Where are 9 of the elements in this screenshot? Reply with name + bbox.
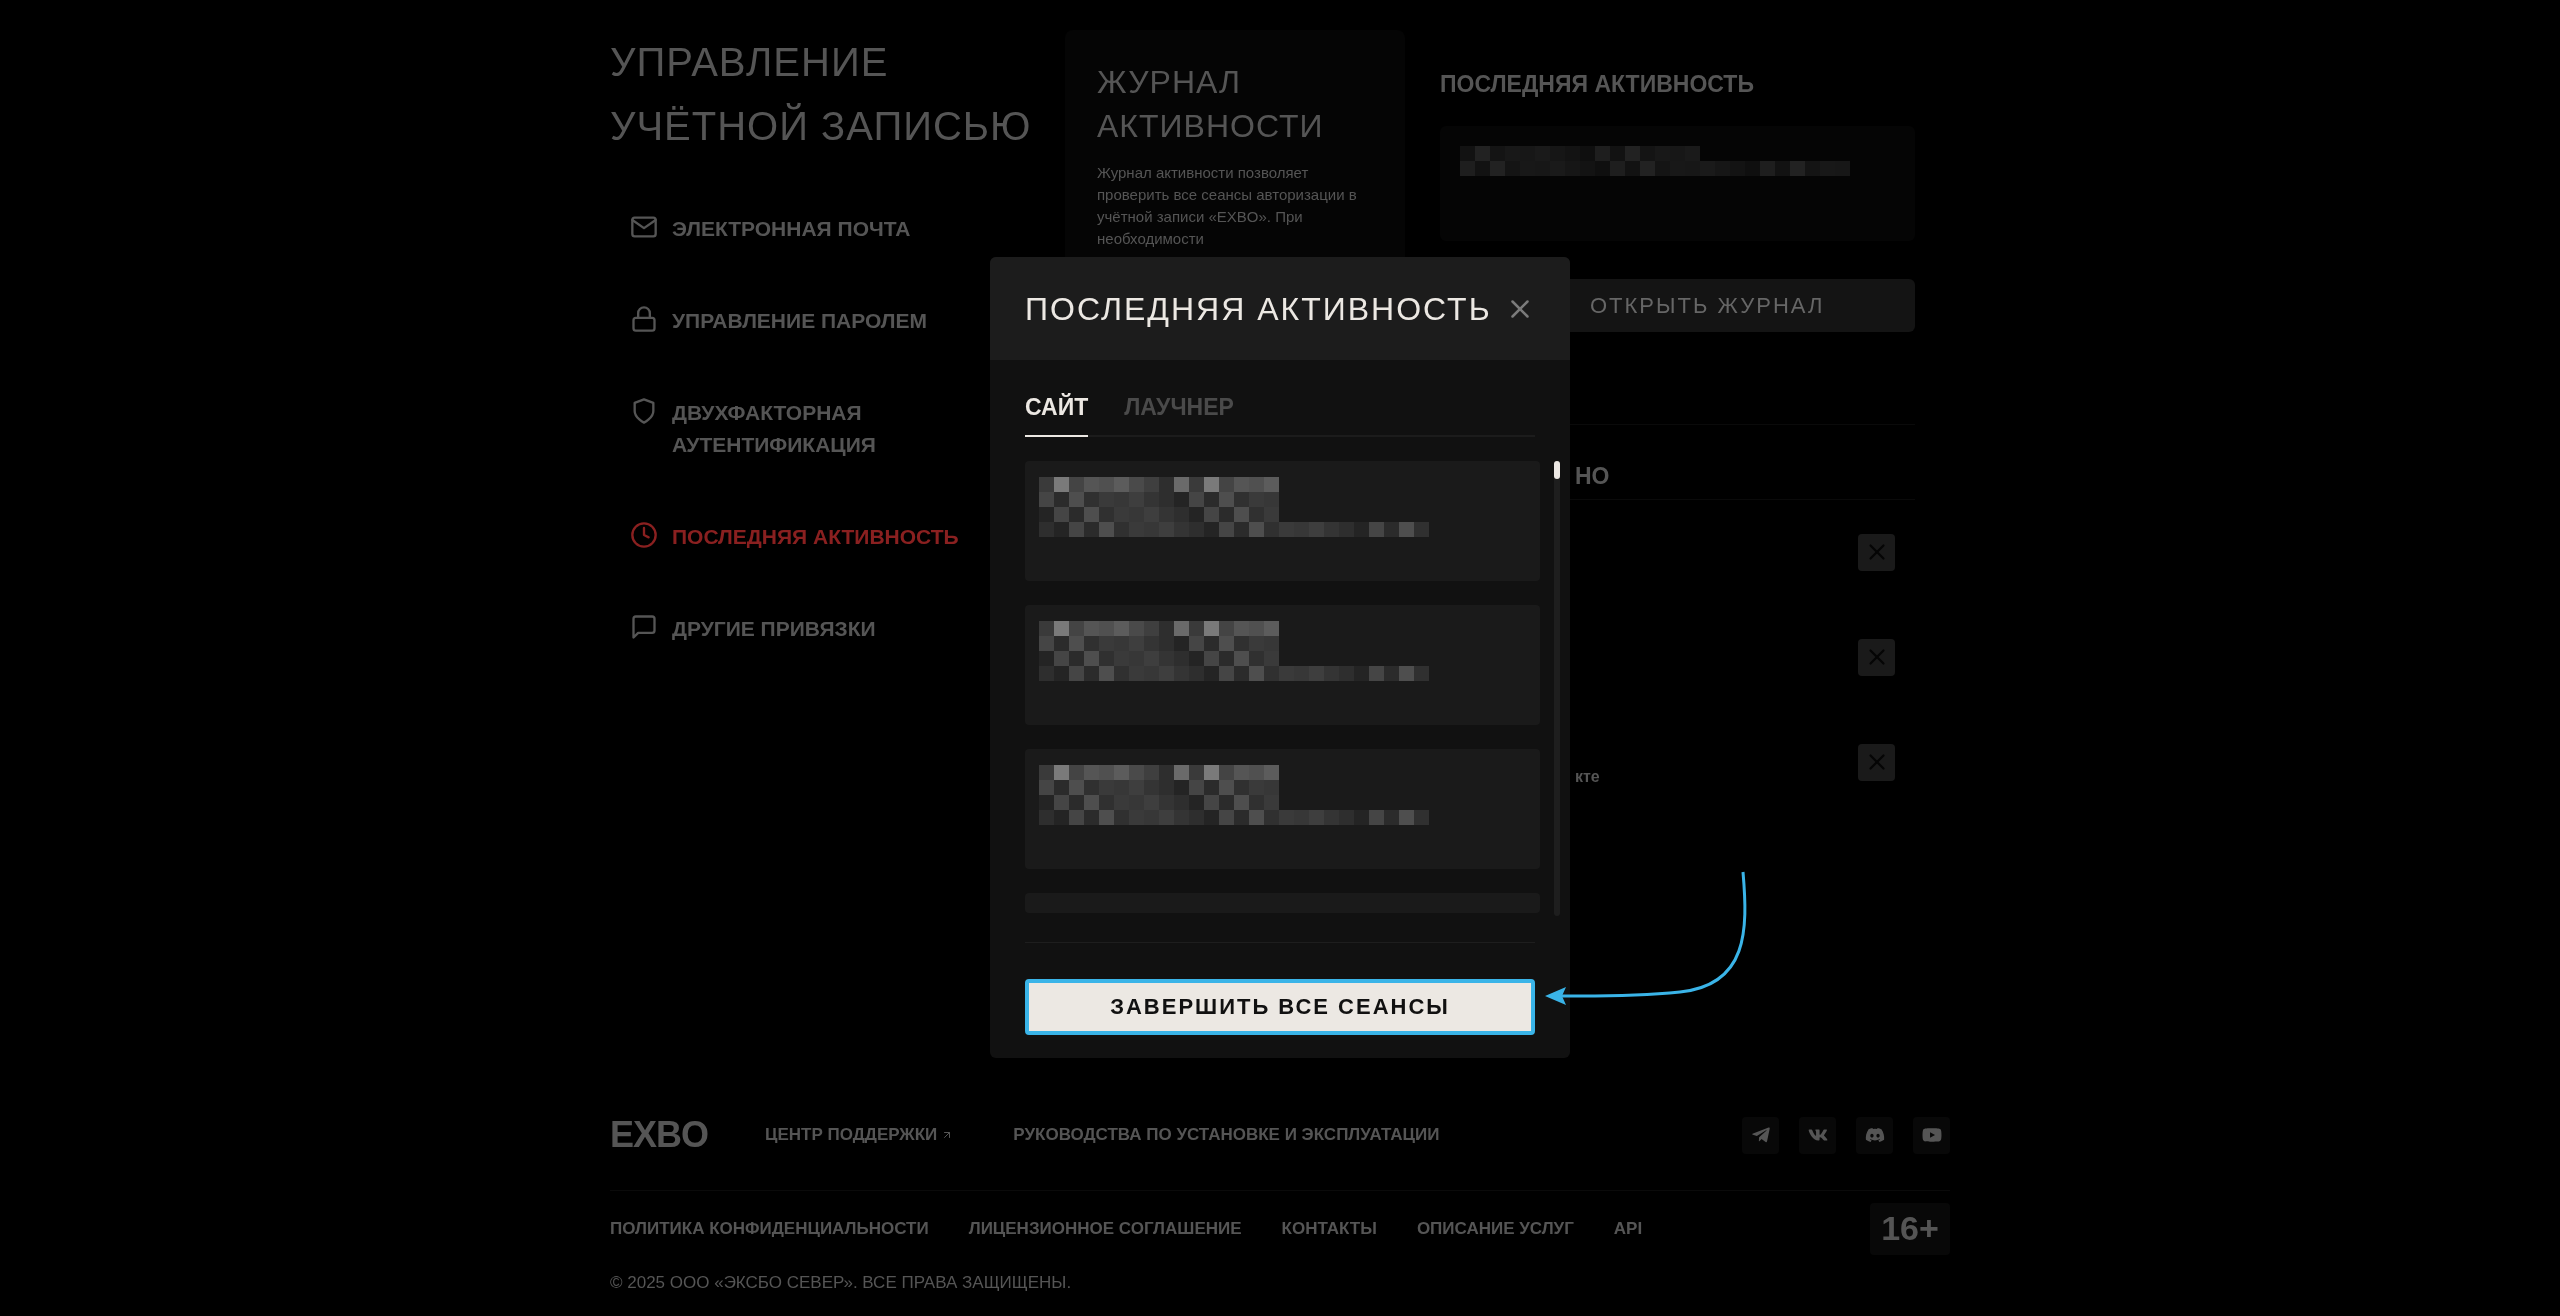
logo: EXBO [610, 1113, 710, 1157]
copyright-text: © 2025 ООО «ЭКСБО СЕВЕР». ВСЕ ПРАВА ЗАЩИЩЕНЫ. [610, 1272, 1073, 1294]
age-rating-badge: 16+ [1870, 1202, 1950, 1255]
section-title: ПОСЛЕДНЯЯ АКТИВНОСТЬ [1440, 70, 1755, 99]
section-title: НО [1574, 461, 1611, 491]
page-title: УПРАВЛЕНИЕ УЧЁТНОЙ ЗАПИСЬЮ [610, 39, 1033, 150]
card-title: ЖУРНАЛ АКТИВНОСТИ [1097, 63, 1325, 146]
card-text: Журнал активности позволяет проверить все сеансы авторизации в учётной записи «EXBO». При необходимости [1097, 163, 1358, 249]
session-text: кте [1575, 767, 1600, 787]
